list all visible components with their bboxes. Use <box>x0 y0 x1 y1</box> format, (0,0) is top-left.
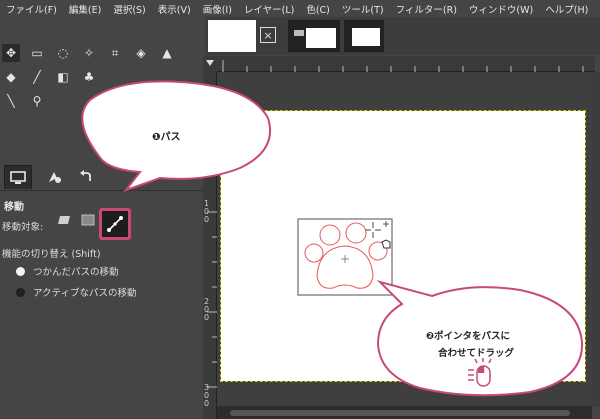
callout-drag-line2: 合わせてドラッグ <box>438 348 515 359</box>
mouse-drag-icon <box>468 358 492 387</box>
callout-path-label: ❶パス <box>152 132 181 143</box>
callout-drag-line1: ❷ポインタをパスに <box>426 331 511 342</box>
